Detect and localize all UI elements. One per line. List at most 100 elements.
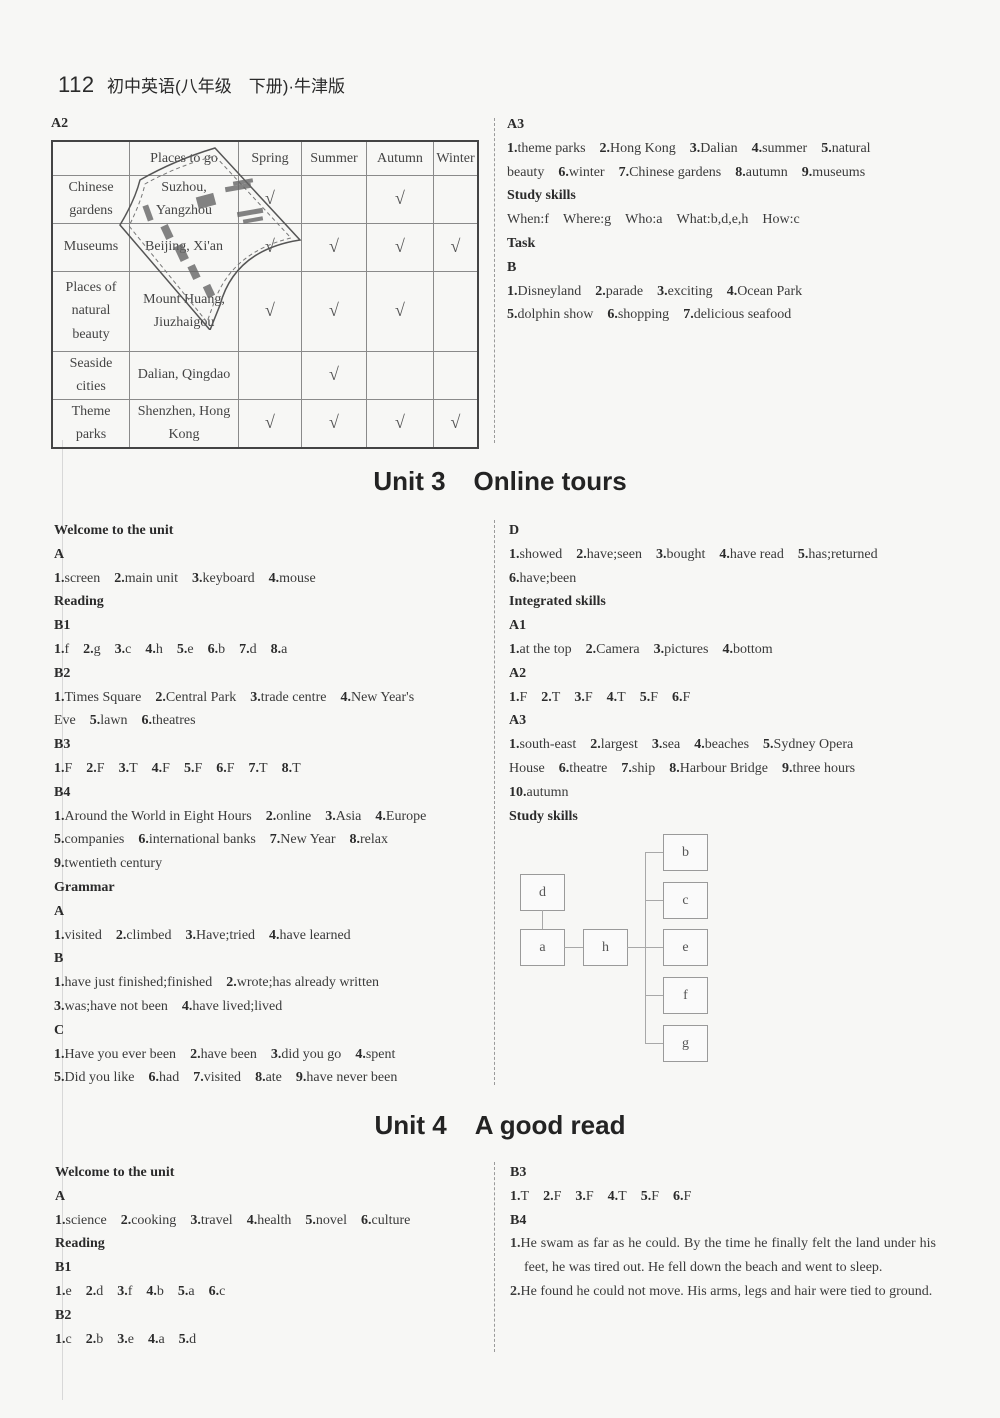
answer-text: autumn xyxy=(526,784,569,800)
answer-line: 1.f 2.g 3.c 4.h 5.e 6.b 7.d 8.a xyxy=(54,638,484,662)
answer-item: 3.F xyxy=(575,1189,593,1204)
answer-number: 4. xyxy=(151,760,163,776)
answer-item: 6.F xyxy=(673,1189,691,1204)
a3-label: A3 xyxy=(507,117,525,132)
table-row: Places of natural beauty Mount Huang, Ji… xyxy=(51,270,479,352)
answer-item: 3.bought xyxy=(656,547,705,562)
places-cell: Beijing, Xi'an xyxy=(129,222,239,272)
answer-number: 1. xyxy=(509,737,520,753)
answer-text: ship xyxy=(631,760,656,776)
study-skills-label: Study skills xyxy=(507,188,576,204)
answer-item: 4.h xyxy=(145,642,163,657)
answer-text: He swam as far as he could. By the time … xyxy=(520,1236,937,1276)
answer-item: House xyxy=(509,761,545,776)
answer-number: 4. xyxy=(751,140,763,156)
answer-number: 8. xyxy=(270,641,282,657)
answer-text: largest xyxy=(600,737,638,753)
answer-number: 6. xyxy=(148,1070,160,1086)
diagram-box-branch: g xyxy=(663,1025,708,1062)
answer-item: 1.f xyxy=(54,642,69,657)
answer-item: 3.pictures xyxy=(654,642,709,657)
answer-item: 3.T xyxy=(119,761,138,776)
answer-line: 1.c 2.b 3.e 4.a 5.d xyxy=(55,1328,485,1352)
answer-number: 4. xyxy=(375,808,386,824)
diagram-box-root: a xyxy=(520,929,565,966)
places-cell: Mount Huang, Jiuzhaigou xyxy=(129,270,239,352)
answer-text: was;have not been xyxy=(64,998,168,1014)
answer-number: 6. xyxy=(672,689,683,705)
b3-label: B3 xyxy=(510,1165,527,1180)
check-cell: √ xyxy=(433,398,479,448)
section-a-label: A xyxy=(54,546,65,562)
answer-item: 2.Hong Kong xyxy=(600,141,676,156)
answer-number: 9. xyxy=(295,1070,307,1086)
integrated-a1-label: A1 xyxy=(509,618,527,634)
answer-number: 7. xyxy=(621,760,632,776)
answer-number: 3. xyxy=(574,689,585,705)
answer-item: 8.a xyxy=(271,642,288,657)
answer-number: 3. xyxy=(655,546,667,562)
answer-line: 1.T 2.F 3.F 4.T 5.F 6.F xyxy=(510,1185,936,1209)
answer-item: 8.T xyxy=(282,761,301,776)
answer-text: twentieth century xyxy=(64,856,163,872)
answer-text: winter xyxy=(568,164,605,180)
table-row: Chinese gardens Suzhou, Yangzhou √ √ xyxy=(51,174,479,224)
answer-item: 5.F xyxy=(641,1189,659,1204)
check-cell xyxy=(433,270,479,352)
answer-item: Eve xyxy=(54,713,76,728)
answer-text: have been xyxy=(200,1046,257,1062)
header-cell: Places to go xyxy=(129,140,239,176)
table-row: Museums Beijing, Xi'an √ √ √ √ xyxy=(51,222,479,272)
answer-text: Disneyland xyxy=(517,283,582,299)
answer-number: 1. xyxy=(54,808,65,824)
answer-text: have;been xyxy=(519,570,577,586)
answer-item: 3.F xyxy=(574,690,592,705)
answer-number: 3. xyxy=(325,808,336,824)
unit4-right-column: B3 1.T 2.F 3.F 4.T 5.F 6.F B4 1.He swam as fa… xyxy=(510,1161,936,1304)
answer-text: Sydney Opera xyxy=(773,737,854,753)
connector-line xyxy=(645,852,663,853)
answer-number: 3. xyxy=(117,1331,128,1347)
answer-text: Around the World in Eight Hours xyxy=(64,808,252,824)
answer-line: 1.have just finished;finished 2.wrote;has… xyxy=(54,971,484,995)
answer-item: 4.b xyxy=(146,1284,164,1299)
answer-number: 2. xyxy=(190,1046,201,1062)
b1-label: B1 xyxy=(54,618,71,634)
answer-item: 4.mouse xyxy=(269,571,316,586)
grammar-label: Grammar xyxy=(54,879,115,895)
answer-text: F xyxy=(226,760,235,776)
b2-label: B2 xyxy=(54,665,71,681)
answer-number: 2. xyxy=(226,975,237,991)
grammar-a-label: A xyxy=(54,903,65,919)
answer-line: 1.Times Square 2.Central Park 3.trade cent… xyxy=(54,686,484,710)
answer-line: 1.Have you ever been 2.have been 3.did you… xyxy=(54,1043,484,1067)
connector-line xyxy=(564,947,583,948)
answer-line: 1.screen 2.main unit 3.keyboard 4.mouse xyxy=(54,567,484,591)
answer-text: e xyxy=(127,1331,134,1347)
answer-text: d xyxy=(96,1283,104,1299)
answer-number: 7. xyxy=(248,760,260,776)
answer-item: 8.ate xyxy=(255,1070,282,1085)
answer-number: 3. xyxy=(117,1283,128,1299)
answer-text: T xyxy=(129,760,138,776)
answer-item: 5.Sydney Opera xyxy=(763,737,853,752)
unit2-right-column: A3 1.theme parks 2.Hong Kong 3.Dalian 4.sum… xyxy=(507,113,937,327)
check-cell xyxy=(366,350,434,400)
answer-text: Did you like xyxy=(64,1070,135,1086)
answer-item: 2.main unit xyxy=(114,571,178,586)
answer-number: 3. xyxy=(114,641,126,657)
check-cell: √ xyxy=(366,174,434,224)
answer-text: relax xyxy=(360,832,388,848)
answer-item: 2.climbed xyxy=(116,928,172,943)
answer-item: 1.theme parks xyxy=(507,141,586,156)
answer-number: 2. xyxy=(510,1283,521,1299)
category-cell: Seaside cities xyxy=(51,350,130,400)
answer-item: 4.beaches xyxy=(694,737,749,752)
answer-text: have lived;lived xyxy=(192,998,283,1014)
answer-item: 2.online xyxy=(266,809,312,824)
answer-number: 1. xyxy=(510,1188,521,1204)
reading-label: Reading xyxy=(54,594,104,610)
answer-number: 4. xyxy=(719,546,730,562)
answer-item: 4.have lived;lived xyxy=(182,999,282,1014)
answer-text: sea xyxy=(662,737,681,753)
